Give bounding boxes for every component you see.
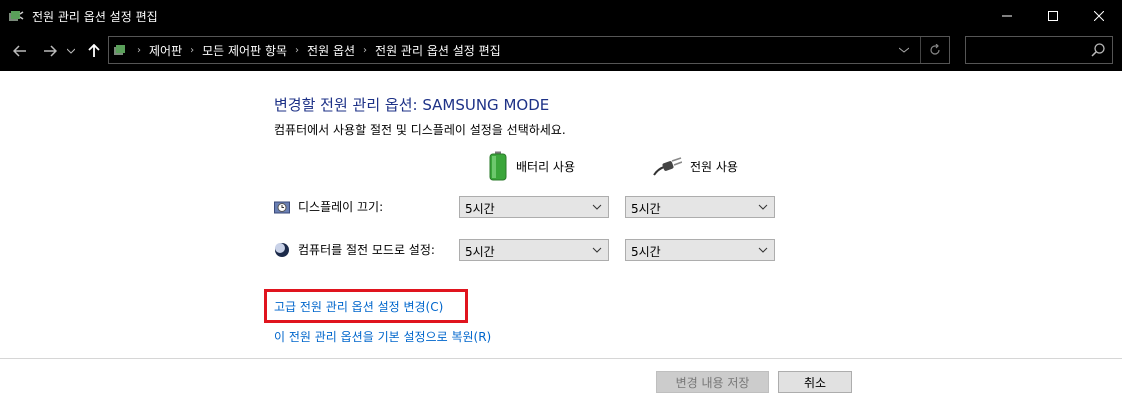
sleep-row: 컴퓨터를 절전 모드로 설정: xyxy=(274,241,435,258)
chevron-down-icon xyxy=(758,247,768,253)
power-plug-icon xyxy=(653,157,682,176)
arrow-right-icon xyxy=(44,45,57,57)
display-off-battery-value: 5시간 xyxy=(465,202,495,216)
maximize-icon xyxy=(1048,10,1058,21)
close-icon xyxy=(1094,10,1104,21)
display-off-label: 디스플레이 끄기: xyxy=(298,200,384,214)
close-button[interactable] xyxy=(1076,0,1122,31)
chevron-right-icon: › xyxy=(137,44,141,56)
battery-column-label: 배터리 사용 xyxy=(516,159,576,174)
chevron-down-icon xyxy=(758,204,768,210)
chevron-down-icon xyxy=(592,247,602,253)
cancel-button[interactable]: 취소 xyxy=(778,371,852,393)
breadcrumb-all-items[interactable]: 모든 제어판 항목 xyxy=(202,42,287,59)
up-button[interactable] xyxy=(84,41,104,61)
display-off-plugged-select[interactable]: 5시간 xyxy=(625,196,775,218)
page-description: 컴퓨터에서 사용할 절전 및 디스플레이 설정을 선택하세요. xyxy=(274,123,566,137)
display-off-battery-select[interactable]: 5시간 xyxy=(459,196,609,218)
display-timer-icon xyxy=(274,201,290,213)
refresh-icon xyxy=(930,44,940,55)
address-dropdown-button[interactable] xyxy=(895,41,913,59)
search-input[interactable] xyxy=(965,36,1113,64)
window-title: 전원 관리 옵션 설정 편집 xyxy=(32,10,158,24)
forward-button[interactable] xyxy=(40,41,60,61)
plugged-column-header: 전원 사용 xyxy=(652,151,738,181)
advanced-settings-link[interactable]: 고급 전원 관리 옵션 설정 변경(C) xyxy=(274,298,443,315)
minimize-icon xyxy=(1002,15,1012,16)
maximize-button[interactable] xyxy=(1030,0,1076,31)
battery-icon xyxy=(489,151,507,181)
sleep-plugged-value: 5시간 xyxy=(631,245,661,259)
chevron-down-icon xyxy=(592,204,602,210)
chevron-right-icon: › xyxy=(190,44,195,56)
arrow-up-icon xyxy=(88,44,100,57)
divider xyxy=(0,358,1122,359)
chevron-right-icon: › xyxy=(363,44,368,56)
chevron-down-icon xyxy=(67,48,75,54)
title-bar: 전원 관리 옵션 설정 편집 xyxy=(0,0,1122,31)
main-content: 변경할 전원 관리 옵션: SAMSUNG MODE 컴퓨터에서 사용할 절전 … xyxy=(0,71,1122,417)
display-off-plugged-value: 5시간 xyxy=(631,202,661,216)
arrow-left-icon xyxy=(13,45,26,57)
sleep-plugged-select[interactable]: 5시간 xyxy=(625,239,775,261)
breadcrumb-edit-plan[interactable]: 전원 관리 옵션 설정 편집 xyxy=(375,42,501,59)
restore-defaults-link[interactable]: 이 전원 관리 옵션을 기본 설정으로 복원(R) xyxy=(274,328,491,345)
refresh-button[interactable] xyxy=(920,37,949,63)
minimize-button[interactable] xyxy=(984,0,1030,31)
sleep-moon-icon xyxy=(275,242,289,257)
chevron-right-icon: › xyxy=(295,44,300,56)
display-off-row: 디스플레이 끄기: xyxy=(274,198,383,215)
search-icon xyxy=(1091,43,1105,57)
power-options-icon xyxy=(9,11,24,21)
recent-locations-button[interactable] xyxy=(64,41,78,61)
page-title: 변경할 전원 관리 옵션: SAMSUNG MODE xyxy=(274,96,550,114)
save-changes-button[interactable]: 변경 내용 저장 xyxy=(656,371,769,393)
breadcrumb-control-panel[interactable]: 제어판 xyxy=(149,42,182,59)
chevron-down-icon xyxy=(899,47,909,53)
plugged-column-label: 전원 사용 xyxy=(690,159,738,174)
battery-column-header: 배터리 사용 xyxy=(488,151,575,181)
sleep-label: 컴퓨터를 절전 모드로 설정: xyxy=(298,243,435,257)
control-panel-icon xyxy=(114,45,125,55)
breadcrumb-power-options[interactable]: 전원 옵션 xyxy=(307,42,355,59)
sleep-battery-select[interactable]: 5시간 xyxy=(459,239,609,261)
sleep-battery-value: 5시간 xyxy=(465,245,495,259)
address-bar[interactable]: › 제어판 › 모든 제어판 항목 › 전원 옵션 › 전원 관리 옵션 설정 … xyxy=(108,36,950,64)
back-button[interactable] xyxy=(10,41,30,61)
